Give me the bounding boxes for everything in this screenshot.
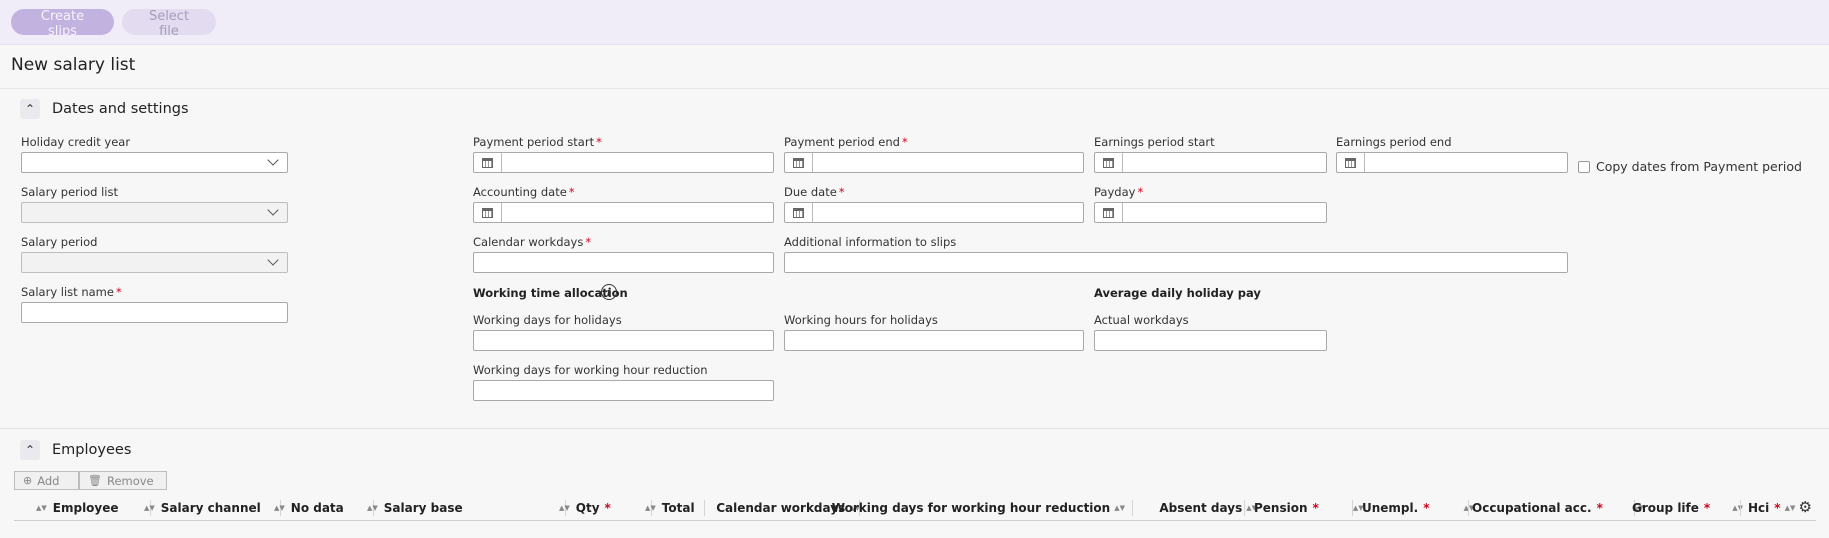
- salary-period-label: Salary period: [21, 235, 98, 249]
- column-header-occupational-acc[interactable]: Occupational acc. * ▲▼: [1472, 496, 1650, 520]
- working-days-holidays-input[interactable]: [473, 330, 774, 351]
- sort-icon: ▲▼: [36, 504, 47, 512]
- salary-period-list-label: Salary period list: [21, 185, 118, 199]
- calendar-icon[interactable]: [474, 203, 502, 222]
- gear-icon[interactable]: ⚙: [1799, 498, 1812, 516]
- holiday-credit-year-select[interactable]: [21, 152, 288, 173]
- sort-icon: ▲▼: [559, 504, 570, 512]
- sort-icon: ▲▼: [367, 504, 378, 512]
- payment-period-start-label: Payment period start *: [473, 135, 602, 149]
- column-header-no-data[interactable]: ▲▼ No data: [270, 496, 344, 520]
- info-icon[interactable]: i: [601, 284, 617, 300]
- earnings-period-start-label: Earnings period start: [1094, 135, 1215, 149]
- working-days-reduction-input[interactable]: [473, 380, 774, 401]
- column-header-hci[interactable]: Hci * ▲▼: [1748, 496, 1801, 520]
- calendar-workdays-label: Calendar workdays *: [473, 235, 592, 249]
- salary-list-name-label: Salary list name *: [21, 285, 122, 299]
- copy-dates-label: Copy dates from Payment period: [1596, 159, 1802, 174]
- column-header-working-days-reduction[interactable]: Working days for working hour reduction ▲…: [832, 496, 1131, 520]
- holiday-credit-year-label: Holiday credit year: [21, 135, 131, 149]
- column-header-qty[interactable]: ▲▼ Qty *: [555, 496, 611, 520]
- remove-employee-button[interactable]: 🗑 Remove: [79, 471, 167, 490]
- payment-period-end-input[interactable]: [784, 152, 1084, 173]
- salary-period-list-select[interactable]: [21, 202, 288, 223]
- dates-settings-header: ⌃ Dates and settings: [20, 99, 189, 119]
- sort-icon: ▲▼: [645, 504, 656, 512]
- earnings-period-end-label: Earnings period end: [1336, 135, 1452, 149]
- actual-workdays-input[interactable]: [1094, 330, 1327, 351]
- employees-header: ⌃ Employees: [20, 440, 131, 460]
- plus-circle-icon: ⊕: [23, 474, 33, 487]
- calendar-icon[interactable]: [1337, 153, 1365, 172]
- payday-input[interactable]: [1094, 202, 1327, 223]
- select-file-button[interactable]: Select file: [122, 9, 216, 39]
- sort-icon: ▲▼: [144, 504, 155, 512]
- chevron-down-icon: [267, 254, 279, 266]
- sort-icon: ▲▼: [274, 504, 285, 512]
- accounting-date-label: Accounting date *: [473, 185, 575, 199]
- section-title-employees: Employees: [52, 442, 132, 458]
- due-date-input[interactable]: [784, 202, 1084, 223]
- calendar-icon[interactable]: [1095, 203, 1123, 222]
- actual-workdays-label: Actual workdays: [1094, 313, 1189, 327]
- earnings-period-start-input[interactable]: [1094, 152, 1327, 173]
- sort-icon: ▲▼: [1732, 504, 1743, 512]
- sort-icon: ▲▼: [1784, 504, 1796, 512]
- page-title: New salary list: [11, 55, 136, 75]
- calendar-icon[interactable]: [1095, 153, 1123, 172]
- employees-section: [0, 428, 1829, 538]
- calendar-icon[interactable]: [474, 153, 502, 172]
- working-days-holidays-label: Working days for holidays: [473, 313, 622, 327]
- calendar-icon[interactable]: [785, 203, 813, 222]
- working-hours-holidays-label: Working hours for holidays: [784, 313, 938, 327]
- column-header-absent-days[interactable]: Absent days ▲▼: [1122, 496, 1263, 520]
- section-title-dates: Dates and settings: [52, 101, 189, 117]
- calendar-icon[interactable]: [785, 153, 813, 172]
- column-header-total[interactable]: ▲▼ Total: [641, 496, 695, 520]
- earnings-period-end-input[interactable]: [1336, 152, 1568, 173]
- toolbar: Create slips Select file: [0, 0, 1829, 45]
- average-daily-holiday-pay-heading: Average daily holiday pay: [1094, 286, 1261, 300]
- column-header-salary-base[interactable]: ▲▼ Salary base: [363, 496, 463, 520]
- chevron-down-icon: [267, 154, 279, 166]
- column-header-employee[interactable]: ▲▼ Employee: [32, 496, 119, 520]
- copy-dates-checkbox[interactable]: [1578, 161, 1590, 173]
- column-header-group-life[interactable]: Group life * ▲▼: [1632, 496, 1749, 520]
- employees-table-header: ▲▼ Employee ▲▼ Salary channel ▲▼ No data ▲▼…: [14, 496, 1816, 521]
- working-hours-holidays-input[interactable]: [784, 330, 1084, 351]
- column-header-salary-channel[interactable]: ▲▼ Salary channel: [140, 496, 261, 520]
- due-date-label: Due date *: [784, 185, 845, 199]
- column-header-unempl[interactable]: Unempl.*▲▼: [1362, 496, 1480, 520]
- accounting-date-input[interactable]: [473, 202, 774, 223]
- payday-label: Payday *: [1094, 185, 1144, 199]
- chevron-up-icon[interactable]: ⌃: [20, 440, 40, 460]
- salary-period-select[interactable]: [21, 252, 288, 273]
- calendar-workdays-input[interactable]: [473, 252, 774, 273]
- add-employee-button[interactable]: ⊕ Add: [14, 471, 79, 490]
- additional-info-input[interactable]: [784, 252, 1568, 273]
- create-slips-button[interactable]: Create slips: [11, 9, 114, 39]
- additional-info-label: Additional information to slips: [784, 235, 957, 249]
- chevron-down-icon: [267, 204, 279, 216]
- chevron-up-icon[interactable]: ⌃: [20, 99, 40, 119]
- working-days-reduction-label: Working days for working hour reduction: [473, 363, 708, 377]
- salary-list-name-input[interactable]: [21, 302, 288, 323]
- trash-icon: 🗑: [88, 474, 102, 487]
- payment-period-start-input[interactable]: [473, 152, 774, 173]
- payment-period-end-label: Payment period end *: [784, 135, 908, 149]
